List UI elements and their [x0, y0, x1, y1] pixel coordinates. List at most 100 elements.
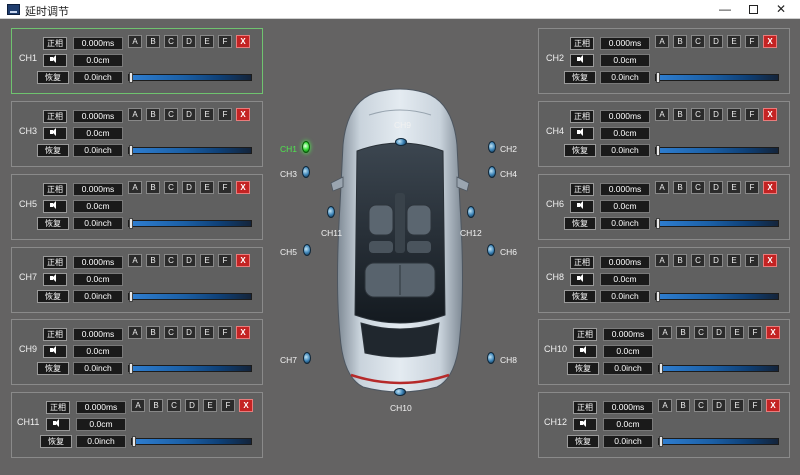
restore-button[interactable]: 恢复	[37, 71, 69, 84]
preset-f-button[interactable]: F	[745, 254, 759, 267]
inch-field[interactable]: 0.0inch	[76, 435, 126, 448]
delay-field[interactable]: 0.000ms	[603, 401, 653, 414]
preset-e-button[interactable]: E	[727, 181, 741, 194]
preset-c-button[interactable]: C	[691, 108, 705, 121]
mute-button[interactable]	[43, 127, 67, 140]
car-speaker-icon[interactable]	[302, 166, 310, 178]
delete-button[interactable]: X	[236, 254, 250, 267]
restore-button[interactable]: 恢复	[564, 217, 596, 230]
preset-d-button[interactable]: D	[709, 181, 723, 194]
delay-field[interactable]: 0.000ms	[76, 401, 126, 414]
delay-slider[interactable]	[131, 436, 252, 447]
preset-f-button[interactable]: F	[218, 35, 232, 48]
preset-a-button[interactable]: A	[128, 181, 142, 194]
delete-button[interactable]: X	[236, 35, 250, 48]
car-speaker-icon[interactable]	[488, 141, 496, 153]
car-speaker-icon[interactable]	[467, 206, 475, 218]
distance-field[interactable]: 0.0cm	[76, 418, 126, 431]
inch-field[interactable]: 0.0inch	[73, 290, 123, 303]
preset-a-button[interactable]: A	[131, 399, 145, 412]
preset-c-button[interactable]: C	[691, 181, 705, 194]
delay-field[interactable]: 0.000ms	[73, 183, 123, 196]
preset-b-button[interactable]: B	[146, 108, 160, 121]
restore-button[interactable]: 恢复	[37, 362, 69, 375]
slider-handle[interactable]	[659, 363, 663, 374]
maximize-button[interactable]	[738, 0, 768, 19]
restore-button[interactable]: 恢复	[567, 362, 599, 375]
inch-field[interactable]: 0.0inch	[73, 144, 123, 157]
inch-field[interactable]: 0.0inch	[73, 217, 123, 230]
delay-slider[interactable]	[655, 218, 779, 229]
distance-field[interactable]: 0.0cm	[600, 54, 650, 67]
preset-c-button[interactable]: C	[164, 108, 178, 121]
restore-button[interactable]: 恢复	[564, 71, 596, 84]
restore-button[interactable]: 恢复	[564, 290, 596, 303]
preset-f-button[interactable]: F	[745, 35, 759, 48]
delay-field[interactable]: 0.000ms	[603, 328, 653, 341]
preset-a-button[interactable]: A	[655, 181, 669, 194]
restore-button[interactable]: 恢复	[40, 435, 72, 448]
distance-field[interactable]: 0.0cm	[600, 200, 650, 213]
preset-b-button[interactable]: B	[146, 35, 160, 48]
phase-button[interactable]: 正相	[570, 256, 594, 269]
delay-field[interactable]: 0.000ms	[600, 37, 650, 50]
preset-d-button[interactable]: D	[185, 399, 199, 412]
delay-slider[interactable]	[655, 72, 779, 83]
distance-field[interactable]: 0.0cm	[73, 273, 123, 286]
preset-d-button[interactable]: D	[709, 108, 723, 121]
preset-f-button[interactable]: F	[218, 108, 232, 121]
delay-field[interactable]: 0.000ms	[600, 110, 650, 123]
inch-field[interactable]: 0.0inch	[73, 362, 123, 375]
delay-slider[interactable]	[128, 363, 252, 374]
preset-b-button[interactable]: B	[676, 399, 690, 412]
mute-button[interactable]	[43, 200, 67, 213]
restore-button[interactable]: 恢复	[567, 435, 599, 448]
preset-e-button[interactable]: E	[727, 108, 741, 121]
delay-slider[interactable]	[658, 363, 779, 374]
preset-a-button[interactable]: A	[658, 399, 672, 412]
inch-field[interactable]: 0.0inch	[600, 290, 650, 303]
preset-c-button[interactable]: C	[691, 35, 705, 48]
preset-a-button[interactable]: A	[128, 35, 142, 48]
preset-e-button[interactable]: E	[730, 326, 744, 339]
delete-button[interactable]: X	[239, 399, 253, 412]
restore-button[interactable]: 恢复	[37, 217, 69, 230]
mute-button[interactable]	[570, 200, 594, 213]
preset-e-button[interactable]: E	[203, 399, 217, 412]
car-speaker-icon[interactable]	[487, 244, 495, 256]
preset-b-button[interactable]: B	[146, 254, 160, 267]
distance-field[interactable]: 0.0cm	[73, 54, 123, 67]
preset-d-button[interactable]: D	[182, 108, 196, 121]
delete-button[interactable]: X	[763, 35, 777, 48]
delay-slider[interactable]	[128, 291, 252, 302]
mute-button[interactable]	[46, 418, 70, 431]
slider-handle[interactable]	[129, 363, 133, 374]
delay-field[interactable]: 0.000ms	[73, 256, 123, 269]
slider-handle[interactable]	[656, 218, 660, 229]
slider-handle[interactable]	[129, 145, 133, 156]
preset-e-button[interactable]: E	[200, 181, 214, 194]
slider-handle[interactable]	[129, 72, 133, 83]
restore-button[interactable]: 恢复	[37, 290, 69, 303]
preset-c-button[interactable]: C	[164, 35, 178, 48]
delete-button[interactable]: X	[766, 399, 780, 412]
distance-field[interactable]: 0.0cm	[73, 345, 123, 358]
inch-field[interactable]: 0.0inch	[600, 71, 650, 84]
car-speaker-icon[interactable]	[488, 166, 496, 178]
delay-slider[interactable]	[128, 218, 252, 229]
mute-button[interactable]	[570, 54, 594, 67]
preset-b-button[interactable]: B	[673, 181, 687, 194]
preset-e-button[interactable]: E	[200, 108, 214, 121]
phase-button[interactable]: 正相	[46, 401, 70, 414]
distance-field[interactable]: 0.0cm	[600, 127, 650, 140]
distance-field[interactable]: 0.0cm	[600, 273, 650, 286]
preset-c-button[interactable]: C	[694, 399, 708, 412]
preset-e-button[interactable]: E	[200, 35, 214, 48]
car-speaker-icon[interactable]	[303, 352, 311, 364]
mute-button[interactable]	[43, 345, 67, 358]
car-speaker-icon[interactable]	[303, 244, 311, 256]
restore-button[interactable]: 恢复	[564, 144, 596, 157]
phase-button[interactable]: 正相	[573, 401, 597, 414]
phase-button[interactable]: 正相	[570, 37, 594, 50]
delete-button[interactable]: X	[763, 181, 777, 194]
